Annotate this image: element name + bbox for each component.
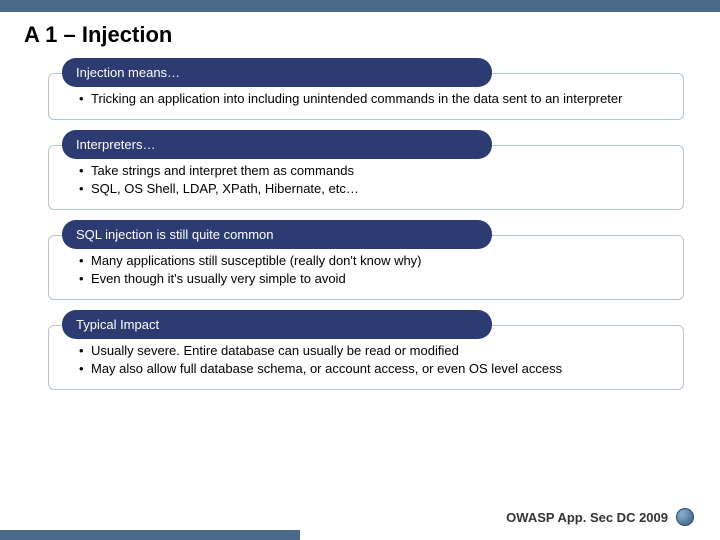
content-area: Injection means… Tricking an application… xyxy=(0,58,720,390)
footer-text: OWASP App. Sec DC 2009 xyxy=(506,510,668,525)
bullet-item: Many applications still susceptible (rea… xyxy=(79,252,665,270)
bullet-item: Take strings and interpret them as comma… xyxy=(79,162,665,180)
bullet-item: Usually severe. Entire database can usua… xyxy=(79,342,665,360)
top-accent-bar xyxy=(0,0,720,12)
section-sql-injection: SQL injection is still quite common Many… xyxy=(48,220,684,300)
globe-icon xyxy=(676,508,694,526)
section-header: Interpreters… xyxy=(62,130,492,159)
section-injection-means: Injection means… Tricking an application… xyxy=(48,58,684,120)
section-header: SQL injection is still quite common xyxy=(62,220,492,249)
footer: OWASP App. Sec DC 2009 xyxy=(506,508,694,526)
bottom-accent-bar xyxy=(0,530,300,540)
bullet-item: Tricking an application into including u… xyxy=(79,90,665,108)
section-interpreters: Interpreters… Take strings and interpret… xyxy=(48,130,684,210)
slide-title: A 1 – Injection xyxy=(0,12,720,58)
section-header: Typical Impact xyxy=(62,310,492,339)
bullet-item: SQL, OS Shell, LDAP, XPath, Hibernate, e… xyxy=(79,180,665,198)
section-typical-impact: Typical Impact Usually severe. Entire da… xyxy=(48,310,684,390)
bullet-item: May also allow full database schema, or … xyxy=(79,360,665,378)
section-header: Injection means… xyxy=(62,58,492,87)
bullet-item: Even though it's usually very simple to … xyxy=(79,270,665,288)
